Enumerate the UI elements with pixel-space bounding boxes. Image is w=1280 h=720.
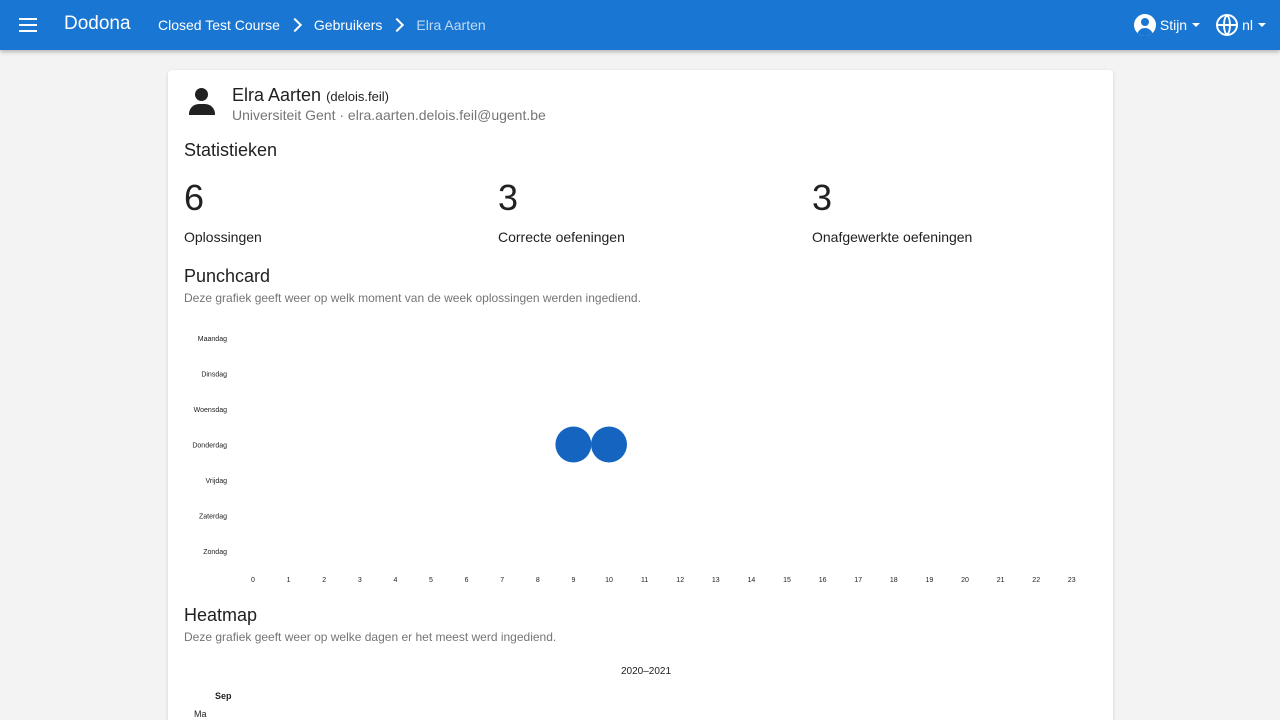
punchcard-hour-label: 14: [748, 577, 756, 584]
punchcard-day-label: Donderdag: [192, 443, 227, 450]
caret-down-icon: [1192, 23, 1201, 27]
user-username: (delois.feil): [326, 89, 389, 104]
language-menu-button[interactable]: nl: [1216, 14, 1266, 36]
heatmap-day-label: Ma: [194, 709, 207, 719]
punchcard-hour-label: 11: [641, 577, 648, 584]
heatmap-year-label: 2020–2021: [621, 666, 672, 677]
stat-value: 6: [184, 177, 205, 218]
stat-value: 3: [498, 177, 519, 218]
punchcard-hour-label: 5: [429, 577, 433, 584]
top-app-bar: Dodona Closed Test Course Gebruikers Elr…: [0, 0, 1280, 50]
punchcard-hour-label: 6: [465, 577, 469, 584]
punchcard-title: Punchcard: [184, 266, 271, 286]
stat-label: Oplossingen: [184, 229, 262, 245]
punchcard-hour-label: 17: [854, 577, 862, 584]
stat-label: Onafgewerkte oefeningen: [812, 229, 973, 245]
stat-label: Correcte oefeningen: [498, 229, 625, 245]
breadcrumb-course[interactable]: Closed Test Course: [158, 17, 280, 33]
account-menu-button[interactable]: Stijn: [1133, 14, 1201, 36]
caret-down-icon: [1258, 23, 1266, 27]
chevron-right-icon: [390, 17, 405, 33]
punchcard-day-label: Zaterdag: [199, 514, 227, 521]
punchcard-hour-label: 9: [571, 577, 575, 584]
punchcard-day-label: Woensdag: [194, 407, 227, 414]
statistics-title: Statistieken: [184, 140, 278, 160]
punchcard-dot[interactable]: [555, 426, 592, 463]
punchcard-hour-label: 2: [322, 577, 326, 584]
stat-submissions: 6 Oplossingen: [184, 177, 484, 246]
punchcard-hour-label: 18: [890, 577, 898, 584]
user-card: Elra Aarten (delois.feil) Universiteit G…: [168, 70, 1113, 720]
punchcard-day-label: Dinsdag: [201, 372, 227, 379]
globe-icon: [1216, 14, 1239, 36]
punchcard-hour-label: 19: [926, 577, 934, 584]
punchcard-hour-label: 7: [500, 577, 504, 584]
punchcard-hour-label: 3: [358, 577, 362, 584]
account-name: Stijn: [1159, 17, 1188, 33]
person-icon: [188, 87, 216, 117]
punchcard-hour-label: 23: [1068, 577, 1076, 584]
punchcard-hour-label: 8: [536, 577, 540, 584]
heatmap-title: Heatmap: [184, 605, 258, 625]
punchcard-hour-label: 10: [605, 577, 613, 584]
menu-icon[interactable]: [16, 13, 40, 37]
brand-title[interactable]: Dodona: [64, 13, 131, 35]
breadcrumb-current-user: Elra Aarten: [416, 17, 486, 33]
breadcrumb-users[interactable]: Gebruikers: [314, 17, 382, 33]
punchcard-hour-label: 12: [676, 577, 684, 584]
breadcrumb: Closed Test Course Gebruikers Elra Aarte…: [158, 16, 486, 34]
punchcard-hour-label: 21: [997, 577, 1005, 584]
heatmap-subtitle: Deze grafiek geeft weer op welke dagen e…: [184, 630, 557, 644]
punchcard-hour-label: 22: [1032, 577, 1040, 584]
chevron-right-icon: [287, 17, 302, 33]
heatmap-month-label: Sep: [215, 691, 232, 701]
punchcard-chart: Maandag Dinsdag Woensdag Donderdag Vrijdag Za…: [192, 336, 1076, 584]
punchcard-day-label: Vrijdag: [205, 478, 227, 485]
punchcard-day-label: Maandag: [198, 336, 227, 343]
stat-unfinished-exercises: 3 Onafgewerkte oefeningen: [812, 177, 1112, 246]
user-meta: Universiteit Gent · elra.aarten.delois.f…: [232, 107, 546, 123]
punchcard-hour-label: 13: [712, 577, 720, 584]
punchcard-dot[interactable]: [591, 426, 627, 463]
punchcard-hour-label: 1: [287, 577, 291, 584]
stat-value: 3: [812, 177, 833, 218]
punchcard-day-label: Zondag: [203, 549, 227, 556]
punchcard-hour-label: 16: [819, 577, 827, 584]
user-menu: Stijn nl: [1133, 13, 1266, 37]
account-circle-icon: [1133, 14, 1156, 36]
punchcard-hour-label: 20: [961, 577, 969, 584]
punchcard-subtitle: Deze grafiek geeft weer op welk moment v…: [184, 291, 641, 305]
user-name: Elra Aarten (delois.feil): [232, 85, 389, 106]
punchcard-hour-label: 0: [251, 577, 255, 584]
punchcard-hour-label: 4: [393, 577, 397, 584]
stat-correct-exercises: 3 Correcte oefeningen: [498, 177, 798, 246]
punchcard-hour-label: 15: [783, 577, 791, 584]
language-label: nl: [1242, 17, 1253, 33]
user-full-name: Elra Aarten: [232, 85, 322, 105]
